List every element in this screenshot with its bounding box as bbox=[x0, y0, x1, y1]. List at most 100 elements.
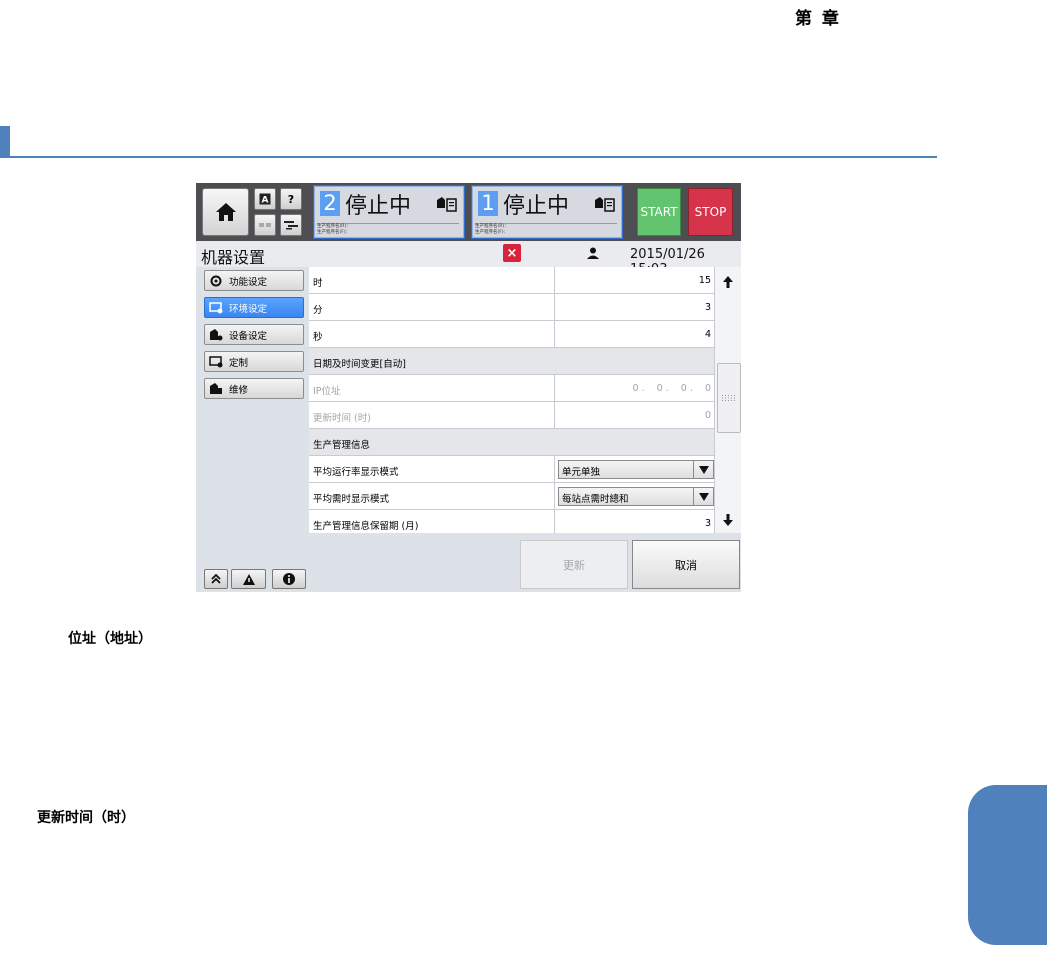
sidebar: 功能设定 环境设定 设备设定 定制 维修 bbox=[196, 267, 309, 592]
title-row: 机器设置 × 2015/01/26 15:03 bbox=[196, 241, 741, 277]
user-icon bbox=[587, 247, 599, 259]
sidebar-item-function-settings[interactable]: 功能设定 bbox=[204, 270, 304, 291]
close-icon: × bbox=[506, 245, 518, 261]
row-value: 4 bbox=[704, 329, 711, 340]
info-icon bbox=[283, 573, 295, 585]
transfer-icon bbox=[284, 221, 298, 230]
lane-program-names: 生产程序名(R)： 生产程序名(F)： bbox=[475, 223, 617, 238]
warning-icon bbox=[242, 573, 255, 585]
scroll-down-button[interactable] bbox=[718, 508, 738, 532]
top-bar: A ? 2 停止中 生产程序名(R)： 生产程序名(F)： 1 停止中 生产程序… bbox=[196, 183, 741, 241]
row-label: IP位址 bbox=[313, 386, 341, 397]
sidebar-item-label: 维修 bbox=[229, 384, 249, 396]
monitor-gear-icon bbox=[209, 355, 223, 367]
select-value: 每站点需时總和 bbox=[562, 494, 629, 505]
scroll-up-button[interactable] bbox=[718, 270, 738, 294]
transfer-button[interactable] bbox=[280, 214, 302, 236]
auto-mode-icon: A bbox=[259, 193, 271, 205]
row-value: 3 bbox=[704, 302, 711, 313]
table-row[interactable]: 分 3 bbox=[309, 294, 714, 321]
row-value: 0 bbox=[704, 410, 711, 421]
sidebar-item-maintenance[interactable]: 维修 bbox=[204, 378, 304, 399]
group-header: 日期及时间变更[自动] bbox=[309, 348, 714, 375]
value-field[interactable]: 4 bbox=[554, 321, 715, 347]
row-label: 平均需时显示模式 bbox=[313, 494, 390, 505]
row-label: 生产管理信息保留期 (月) bbox=[313, 521, 419, 532]
lane-status-text: 停止中 bbox=[503, 194, 570, 219]
sidebar-item-customize[interactable]: 定制 bbox=[204, 351, 304, 372]
sidebar-item-label: 定制 bbox=[229, 357, 249, 369]
table-row: 更新时间 (时) 0 bbox=[309, 402, 714, 429]
front-program-name: 生产程序名(F)： bbox=[317, 230, 351, 235]
arrow-up-icon bbox=[723, 276, 733, 288]
update-time-field: 0 bbox=[554, 402, 715, 428]
warning-button[interactable] bbox=[231, 569, 266, 589]
row-value: 0 . 0 . 0 . 0 bbox=[632, 383, 711, 394]
operation-icon bbox=[259, 223, 271, 227]
sidebar-item-label: 功能设定 bbox=[229, 276, 268, 288]
stop-button[interactable]: STOP bbox=[688, 188, 733, 236]
dropdown-arrow-icon bbox=[698, 492, 709, 501]
caption-update-time: 更新时间（时） bbox=[37, 810, 135, 826]
close-button[interactable]: × bbox=[503, 244, 521, 262]
page-title: 机器设置 bbox=[201, 248, 266, 267]
home-icon bbox=[215, 203, 236, 221]
lane-2-status[interactable]: 2 停止中 生产程序名(R)： 生产程序名(F)： bbox=[313, 185, 465, 239]
group-header: 生产管理信息 bbox=[309, 429, 714, 456]
footer: 更新 取消 bbox=[309, 533, 741, 592]
select-value: 单元单独 bbox=[562, 467, 601, 478]
machine-settings-screen: A ? 2 停止中 生产程序名(R)： 生产程序名(F)： 1 停止中 生产程序… bbox=[196, 183, 741, 592]
cancel-button[interactable]: 取消 bbox=[632, 540, 740, 589]
chapter-heading: 第 章 bbox=[795, 9, 841, 29]
svg-text:A: A bbox=[262, 196, 269, 206]
table-row[interactable]: 秒 4 bbox=[309, 321, 714, 348]
home-button[interactable] bbox=[202, 188, 249, 236]
monitor-icon bbox=[209, 301, 223, 313]
collapse-button[interactable] bbox=[204, 569, 228, 589]
front-program-name: 生产程序名(F)： bbox=[475, 230, 509, 235]
group-header-label: 生产管理信息 bbox=[313, 440, 371, 451]
ip-address-field: 0 . 0 . 0 . 0 bbox=[554, 375, 715, 401]
lane-number: 2 bbox=[320, 191, 340, 216]
operation-button[interactable] bbox=[254, 214, 276, 236]
chapter-tab bbox=[968, 785, 1047, 945]
scroll-thumb[interactable] bbox=[717, 363, 741, 433]
arrow-down-icon bbox=[723, 514, 733, 526]
sidebar-item-environment-settings[interactable]: 环境设定 bbox=[204, 297, 304, 318]
row-label: 分 bbox=[313, 305, 323, 316]
table-row[interactable]: 平均需时显示模式 每站点需时總和 bbox=[309, 483, 714, 510]
sidebar-item-label: 环境设定 bbox=[229, 303, 268, 315]
value-field[interactable]: 15 bbox=[554, 267, 715, 293]
group-header-label: 日期及时间变更[自动] bbox=[313, 359, 406, 370]
grip-icon bbox=[722, 395, 735, 401]
row-label: 秒 bbox=[313, 332, 323, 343]
sidebar-item-device-settings[interactable]: 设备设定 bbox=[204, 324, 304, 345]
table-row[interactable]: 时 15 bbox=[309, 267, 714, 294]
section-marker bbox=[0, 126, 10, 156]
section-divider bbox=[0, 156, 937, 158]
auto-button[interactable]: A bbox=[254, 188, 276, 210]
help-button[interactable]: ? bbox=[280, 188, 302, 210]
row-label: 更新时间 (时) bbox=[313, 413, 371, 424]
production-program-icon bbox=[437, 197, 457, 212]
sidebar-item-label: 设备设定 bbox=[229, 330, 268, 342]
start-button[interactable]: START bbox=[637, 188, 681, 236]
lane-status-text: 停止中 bbox=[345, 194, 412, 219]
value-field[interactable]: 3 bbox=[554, 294, 715, 320]
dropdown-arrow-icon bbox=[698, 465, 709, 474]
table-row: IP位址 0 . 0 . 0 . 0 bbox=[309, 375, 714, 402]
double-chevron-up-icon bbox=[211, 574, 221, 584]
average-time-mode-select[interactable]: 每站点需时總和 bbox=[558, 487, 714, 506]
lane-program-names: 生产程序名(R)： 生产程序名(F)： bbox=[317, 223, 459, 238]
row-value: 15 bbox=[698, 275, 711, 286]
scrollbar[interactable] bbox=[714, 267, 741, 533]
update-button[interactable]: 更新 bbox=[520, 540, 628, 589]
help-label: ? bbox=[287, 192, 295, 206]
row-value: 3 bbox=[704, 518, 711, 529]
lane-1-status[interactable]: 1 停止中 生产程序名(R)： 生产程序名(F)： bbox=[471, 185, 623, 239]
info-button[interactable] bbox=[272, 569, 306, 589]
table-row[interactable]: 平均运行率显示模式 单元单独 bbox=[309, 456, 714, 483]
row-label: 平均运行率显示模式 bbox=[313, 467, 399, 478]
caption-address: 位址（地址） bbox=[68, 631, 152, 647]
average-rate-mode-select[interactable]: 单元单独 bbox=[558, 460, 714, 479]
